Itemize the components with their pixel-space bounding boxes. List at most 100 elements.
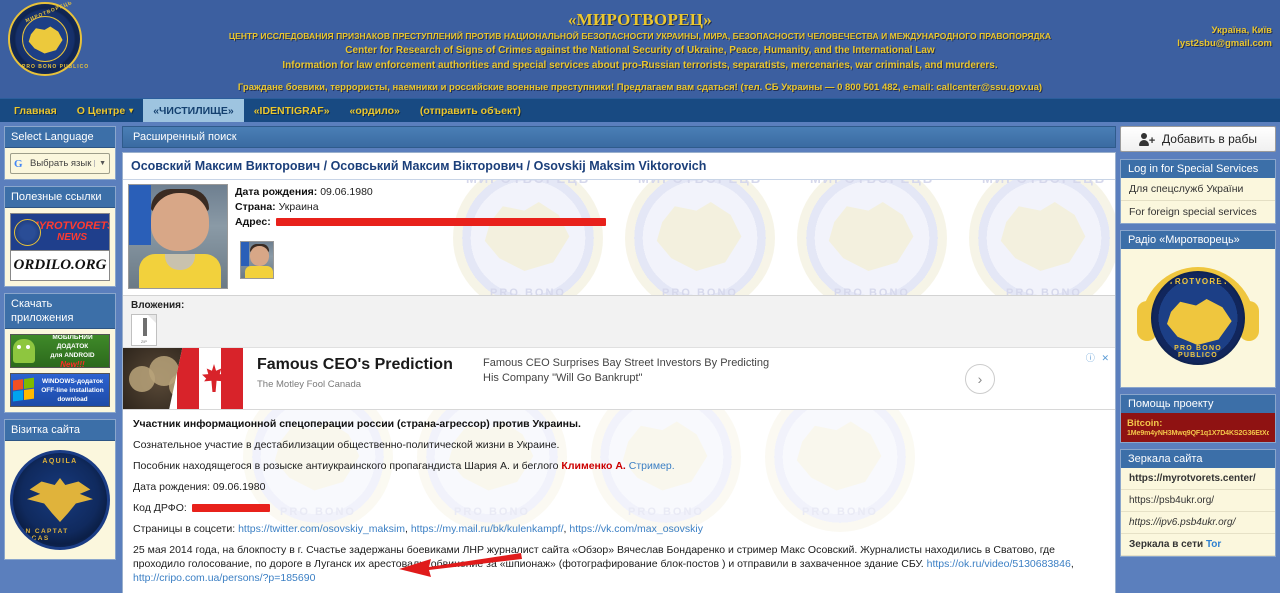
bitcoin-address[interactable]: 1Me9m4yNH3Mwq9QF1q1X7D4KS2G36EtXqJ	[1127, 430, 1269, 437]
header-surrender-warning: Граждане боевики, террористы, наемники и…	[237, 82, 1043, 93]
world-map-icon	[1167, 299, 1232, 345]
login-item-foreign[interactable]: For foreign special services	[1121, 201, 1275, 223]
bitcoin-donation-block[interactable]: Bitcoin: 1Me9m4yNH3Mwq9QF1q1X7D4KS2G36Et…	[1121, 413, 1275, 442]
description-streamer-link[interactable]: Стример.	[626, 460, 675, 472]
radio-ring-top-label: MYROTVORETS	[1160, 277, 1236, 286]
watermark-bottom-text: PRO BONO	[834, 286, 910, 296]
nav-item-home[interactable]: Главная	[0, 99, 67, 122]
radio-headphones-seal-icon: MYROTVORETS PRO BONO PUBLICO	[1137, 257, 1259, 379]
nav-item-home-label: Главная	[14, 104, 57, 117]
radio-logo[interactable]: MYROTVORETS PRO BONO PUBLICO	[1121, 249, 1275, 387]
android-robot-icon	[13, 339, 35, 363]
globe-icon	[14, 219, 41, 246]
business-card-body: AQUILA NON CAPTAT MUSCAS	[5, 441, 115, 559]
special-services-login-box: Log in for Special Services Для спецслуж…	[1120, 159, 1276, 224]
language-select[interactable]: G Выбрать язык ▼	[10, 153, 110, 174]
person-address-row: Адрес:	[235, 215, 606, 230]
right-sidebar: + Добавить в рабы Log in for Special Ser…	[1118, 122, 1280, 593]
photo-shirt	[139, 254, 221, 288]
radio-box-title: Радіо «Миротворець»	[1121, 231, 1275, 249]
windows-app-button[interactable]: WINDOWS-додаток OFF-line installation do…	[10, 373, 110, 407]
person-record-title: Осовский Максим Викторович / Осовський М…	[123, 153, 1115, 180]
tor-mirrors-row[interactable]: Зеркала в сети Tor	[1121, 534, 1275, 556]
ad-text-left: Famous CEO's Prediction The Motley Fool …	[243, 348, 473, 409]
site-title: «МИРОТВОРЕЦ»	[567, 10, 713, 29]
attachments-section: Вложения: ZIP	[123, 295, 1115, 347]
header-titles: «МИРОТВОРЕЦ» ЦЕНТР ИССЛЕДОВАНИЯ ПРИЗНАКО…	[180, 10, 1100, 72]
login-item-ukraine[interactable]: Для спецслужб України	[1121, 178, 1275, 201]
incident-comma: ,	[1070, 558, 1074, 570]
mirror-link-center[interactable]: https://myrotvorets.center/	[1121, 468, 1275, 490]
header-contact-location: Україна, Київ	[1211, 25, 1272, 36]
myrotvorets-news-line1: MYROTVORETS	[29, 220, 110, 232]
mirror-link-psb4ukr[interactable]: https://psb4ukr.org/	[1121, 490, 1275, 512]
ad-next-button[interactable]: ›	[965, 364, 995, 394]
aquila-seal-icon[interactable]: AQUILA NON CAPTAT MUSCAS	[10, 446, 110, 554]
myrotvorets-news-banner[interactable]: MYROTVORETS NEWS	[10, 213, 110, 251]
downloads-body: МОБІЛЬНИЙ ДОДАТОК для ANDROID New!!! WIN…	[5, 329, 115, 412]
ad-headline: Famous CEO's Prediction	[257, 356, 453, 373]
ad-controls: ⓘ ✕	[1086, 351, 1109, 364]
person-record-card: Осовский Максим Викторович / Осовський М…	[122, 152, 1116, 593]
mirror-link-ipv6[interactable]: https://ipv6.psb4ukr.org/	[1121, 512, 1275, 534]
cripo-profile-link[interactable]: http://cripo.com.ua/persons/?p=185690	[133, 572, 315, 584]
nav-item-purgatory[interactable]: «ЧИСТИЛИЩЕ»	[143, 99, 244, 122]
chevron-down-icon: ▾	[129, 106, 134, 115]
add-to-slaves-button[interactable]: + Добавить в рабы	[1120, 126, 1276, 152]
person-info-fields: Дата рождения: 09.06.1980 Страна: Украин…	[235, 185, 606, 230]
special-services-login-title: Log in for Special Services	[1121, 160, 1275, 178]
description-incident-paragraph: 25 мая 2014 года, на блокпосту в г. Счас…	[133, 543, 1105, 585]
nav-item-identigraf[interactable]: «IDENTIGRAF»	[244, 99, 340, 122]
person-address-redaction	[275, 218, 606, 227]
ad-brand: The Motley Fool Canada	[257, 379, 362, 390]
android-app-button[interactable]: МОБІЛЬНИЙ ДОДАТОК для ANDROID New!!!	[10, 334, 110, 368]
photo-background-panel	[129, 185, 151, 245]
ordilo-banner[interactable]: ORDILO.ORG	[10, 251, 110, 281]
person-photo-main[interactable]	[128, 184, 228, 289]
logo-globe-icon	[22, 16, 68, 62]
person-description-section: МИРОТВОРЕЦЬ PRO BONO МИРОТВОРЕЦЬ PRO BON…	[123, 409, 1115, 593]
business-card-title: Візитка сайта	[5, 420, 115, 441]
person-photo-thumbnail[interactable]	[240, 241, 274, 279]
social-link-vk[interactable]: https://vk.com/max_osovskiy	[569, 523, 703, 535]
site-header: МИРОТВОРЕЦЬ PRO BONO PUBLICO «МИРОТВОРЕЦ…	[0, 0, 1280, 98]
windows-app-line3: download	[57, 395, 88, 403]
nav-item-submit-object[interactable]: (отправить объект)	[410, 99, 531, 122]
nav-item-submit-object-label: (отправить объект)	[419, 104, 521, 117]
incident-video-link[interactable]: https://ok.ru/video/5130683846	[927, 558, 1071, 570]
header-contact-email[interactable]: lyst2sbu@gmail.com	[1177, 37, 1272, 50]
description-line-1: Участник информационной спецоперации рос…	[133, 418, 581, 430]
bitcoin-label: Bitcoin:	[1127, 418, 1163, 429]
android-app-text: МОБІЛЬНИЙ ДОДАТОК для ANDROID New!!!	[38, 335, 107, 368]
business-card-box: Візитка сайта AQUILA NON CAPTAT MUSCAS	[4, 419, 116, 560]
advertisement-banner[interactable]: Famous CEO's Prediction The Motley Fool …	[123, 347, 1115, 409]
watermark-seal: МИРОТВОРЕЦЬ PRO BONO	[625, 180, 775, 295]
watermark-top-text: МИРОТВОРЕЦЬ	[969, 180, 1115, 186]
add-to-slaves-label: Добавить в рабы	[1162, 132, 1257, 146]
advanced-search-label: Расширенный поиск	[133, 131, 237, 143]
windows-app-line2: OFF-line installation	[41, 386, 104, 394]
watermark-bottom-text: PRO BONO	[662, 286, 738, 296]
main-content: Расширенный поиск Осовский Максим Виктор…	[120, 122, 1118, 593]
person-country-value: Украина	[278, 201, 319, 213]
nav-item-ordilo[interactable]: «ордило»	[340, 99, 410, 122]
myrotvorets-logo-icon[interactable]: МИРОТВОРЕЦЬ PRO BONO PUBLICO	[8, 0, 88, 76]
chevron-down-icon: ▼	[94, 160, 106, 167]
radio-ring-bottom-label: PRO BONO PUBLICO	[1174, 345, 1222, 359]
nav-item-identigraf-label: «IDENTIGRAF»	[253, 104, 330, 117]
windows-app-text: WINDOWS-додаток OFF-line installation do…	[38, 377, 107, 404]
nav-item-about-label: О Центре	[76, 104, 126, 117]
social-link-twitter[interactable]: https://twitter.com/osovskiy_maksim	[238, 523, 405, 535]
social-link-mailru[interactable]: https://my.mail.ru/bk/kulenkampf/	[411, 523, 564, 535]
zip-file-icon[interactable]: ZIP	[131, 314, 157, 346]
advanced-search-bar[interactable]: Расширенный поиск	[122, 126, 1116, 148]
close-icon[interactable]: ✕	[1101, 353, 1109, 363]
android-app-new-badge: New!!!	[60, 360, 85, 368]
mirrors-box-title: Зеркала сайта	[1121, 450, 1275, 468]
thumbnail-shirt	[245, 266, 273, 278]
info-icon[interactable]: ⓘ	[1086, 353, 1095, 363]
nav-item-about[interactable]: О Центре ▾	[67, 99, 143, 122]
person-record-summary: МИРОТВОРЕЦЬ PRO BONO МИРОТВОРЕЦЬ PRO BON…	[123, 180, 1115, 295]
description-social-line: Страницы в соцсети: https://twitter.com/…	[133, 522, 1105, 536]
useful-links-body: MYROTVORETS NEWS ORDILO.ORG	[5, 208, 115, 286]
